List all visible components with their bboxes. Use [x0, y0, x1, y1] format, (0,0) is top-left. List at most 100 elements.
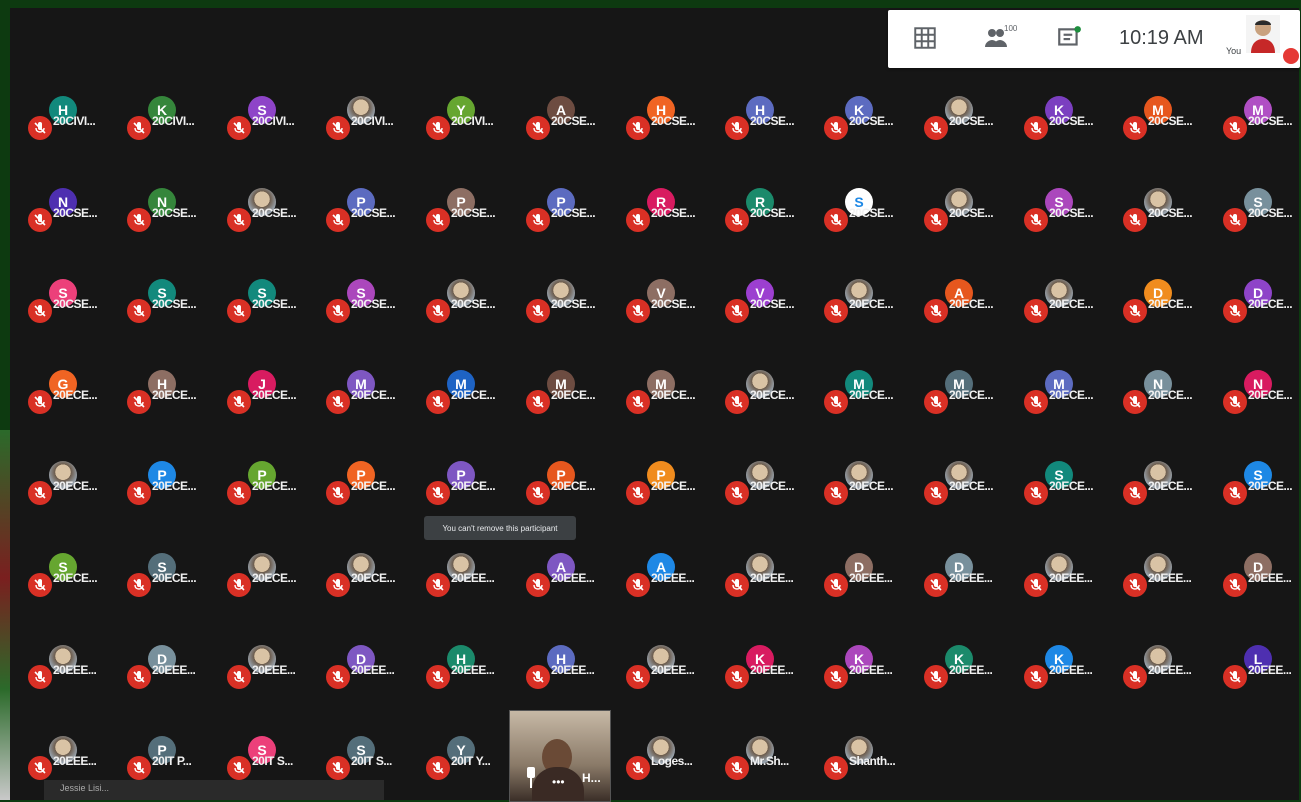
grid-view-icon[interactable] — [912, 25, 938, 51]
participant-tile[interactable]: 20ECE... — [816, 461, 912, 525]
participant-tile[interactable]: P 20ECE... — [618, 461, 714, 525]
mic-off-icon[interactable] — [924, 481, 948, 505]
participant-tile[interactable]: P 20ECE... — [219, 461, 315, 525]
mic-off-icon[interactable] — [1024, 481, 1048, 505]
mic-off-icon[interactable] — [924, 390, 948, 414]
mic-off-icon[interactable] — [426, 756, 450, 780]
participant-tile[interactable]: Mr.Sh... — [717, 736, 813, 800]
mic-off-icon[interactable] — [28, 390, 52, 414]
participant-tile[interactable]: L 20EEE... — [1215, 645, 1301, 709]
mic-off-icon[interactable] — [1024, 208, 1048, 232]
participant-tile[interactable]: 20EEE... — [717, 553, 813, 617]
mic-off-icon[interactable] — [1123, 390, 1147, 414]
participant-tile[interactable]: K 20CSE... — [1016, 96, 1112, 160]
participant-tile[interactable]: A 20ECE... — [916, 279, 1012, 343]
participant-tile[interactable]: D 20ECE... — [1215, 279, 1301, 343]
participant-tile[interactable]: 20ECE... — [816, 279, 912, 343]
participant-tile[interactable]: 20CSE... — [916, 96, 1012, 160]
participant-tile[interactable]: K 20EEE... — [816, 645, 912, 709]
mic-off-icon[interactable] — [426, 299, 450, 323]
mic-off-icon[interactable] — [824, 481, 848, 505]
participant-tile[interactable]: K 20CSE... — [816, 96, 912, 160]
mic-off-icon[interactable] — [526, 390, 550, 414]
mic-off-icon[interactable] — [227, 756, 251, 780]
participant-tile[interactable]: 20ECE... — [717, 461, 813, 525]
mic-off-icon[interactable] — [1123, 116, 1147, 140]
participant-tile[interactable]: N 20ECE... — [1115, 370, 1211, 434]
participant-tile[interactable]: A 20EEE... — [618, 553, 714, 617]
mic-off-icon[interactable] — [1123, 481, 1147, 505]
participant-tile[interactable]: 20ECE... — [318, 553, 414, 617]
participant-tile[interactable]: Shanth... — [816, 736, 912, 800]
mic-off-icon[interactable] — [127, 390, 151, 414]
participant-tile[interactable]: 20ECE... — [1016, 279, 1112, 343]
mic-off-icon[interactable] — [1123, 665, 1147, 689]
participant-tile[interactable]: N 20CSE... — [119, 188, 215, 252]
chat-icon[interactable] — [1056, 25, 1082, 51]
participant-tile[interactable]: M 20ECE... — [816, 370, 912, 434]
mic-off-icon[interactable] — [326, 299, 350, 323]
participant-tile[interactable]: H 20CIVI... — [20, 96, 116, 160]
participant-tile[interactable]: D 20EEE... — [119, 645, 215, 709]
participant-tile[interactable]: M 20CSE... — [1215, 96, 1301, 160]
participant-tile[interactable]: S 20CSE... — [816, 188, 912, 252]
mic-off-icon[interactable] — [725, 299, 749, 323]
mic-off-icon[interactable] — [824, 116, 848, 140]
participant-tile[interactable]: 20ECE... — [20, 461, 116, 525]
mic-off-icon[interactable] — [924, 573, 948, 597]
participant-tile[interactable]: H 20CSE... — [717, 96, 813, 160]
mic-off-icon[interactable] — [824, 390, 848, 414]
mic-off-icon[interactable] — [326, 665, 350, 689]
mic-off-icon[interactable] — [824, 665, 848, 689]
participant-tile[interactable]: D 20EEE... — [816, 553, 912, 617]
mic-off-icon[interactable] — [326, 481, 350, 505]
participant-tile[interactable]: S 20CSE... — [20, 279, 116, 343]
mic-off-icon[interactable] — [1223, 299, 1247, 323]
mic-off-icon[interactable] — [725, 756, 749, 780]
participant-tile[interactable]: D 20ECE... — [1115, 279, 1211, 343]
participant-tile[interactable]: N 20CSE... — [20, 188, 116, 252]
mic-off-icon[interactable] — [1223, 390, 1247, 414]
participant-tile[interactable]: 20ECE... — [916, 461, 1012, 525]
mic-off-icon[interactable] — [1223, 116, 1247, 140]
participant-tile[interactable]: S 20CSE... — [219, 279, 315, 343]
participant-tile[interactable]: S 20ECE... — [1016, 461, 1112, 525]
mic-off-icon[interactable] — [326, 756, 350, 780]
participant-tile[interactable]: N 20ECE... — [1215, 370, 1301, 434]
mic-off-icon[interactable] — [28, 299, 52, 323]
participant-tile[interactable]: 20EEE... — [1115, 553, 1211, 617]
mic-off-icon[interactable] — [227, 665, 251, 689]
participant-tile[interactable]: P 20CSE... — [418, 188, 514, 252]
participant-tile[interactable]: M 20ECE... — [618, 370, 714, 434]
mic-off-icon[interactable] — [127, 116, 151, 140]
participant-tile[interactable]: S 20CSE... — [1215, 188, 1301, 252]
participant-tile[interactable]: S 20CSE... — [119, 279, 215, 343]
participant-tile[interactable]: P 20ECE... — [119, 461, 215, 525]
participant-tile[interactable]: V 20CSE... — [618, 279, 714, 343]
mic-off-icon[interactable] — [1123, 299, 1147, 323]
mic-off-icon[interactable] — [626, 573, 650, 597]
participant-tile[interactable]: V 20CSE... — [717, 279, 813, 343]
participant-tile[interactable]: J 20ECE... — [219, 370, 315, 434]
participant-tile[interactable]: M 20ECE... — [518, 370, 614, 434]
mic-off-icon[interactable] — [326, 208, 350, 232]
participant-tile[interactable]: S 20ECE... — [119, 553, 215, 617]
participant-tile[interactable]: H 20EEE... — [518, 645, 614, 709]
participant-tile[interactable]: 20CSE... — [418, 279, 514, 343]
participant-tile[interactable]: R 20CSE... — [618, 188, 714, 252]
participant-tile[interactable]: K 20CIVI... — [119, 96, 215, 160]
mic-off-icon[interactable] — [1024, 665, 1048, 689]
mic-off-icon[interactable] — [626, 208, 650, 232]
mic-off-icon[interactable] — [227, 208, 251, 232]
mic-off-icon[interactable] — [1024, 390, 1048, 414]
mic-off-icon[interactable] — [127, 573, 151, 597]
participant-tile[interactable]: D 20EEE... — [1215, 553, 1301, 617]
participant-tile[interactable]: K 20EEE... — [717, 645, 813, 709]
mic-off-icon[interactable] — [326, 116, 350, 140]
mic-off-icon[interactable] — [426, 208, 450, 232]
mic-off-icon[interactable] — [626, 756, 650, 780]
participant-tile[interactable]: P 20ECE... — [318, 461, 414, 525]
participant-tile[interactable]: A 20EEE... — [518, 553, 614, 617]
mic-off-icon[interactable] — [426, 481, 450, 505]
participant-tile[interactable]: 20CSE... — [916, 188, 1012, 252]
